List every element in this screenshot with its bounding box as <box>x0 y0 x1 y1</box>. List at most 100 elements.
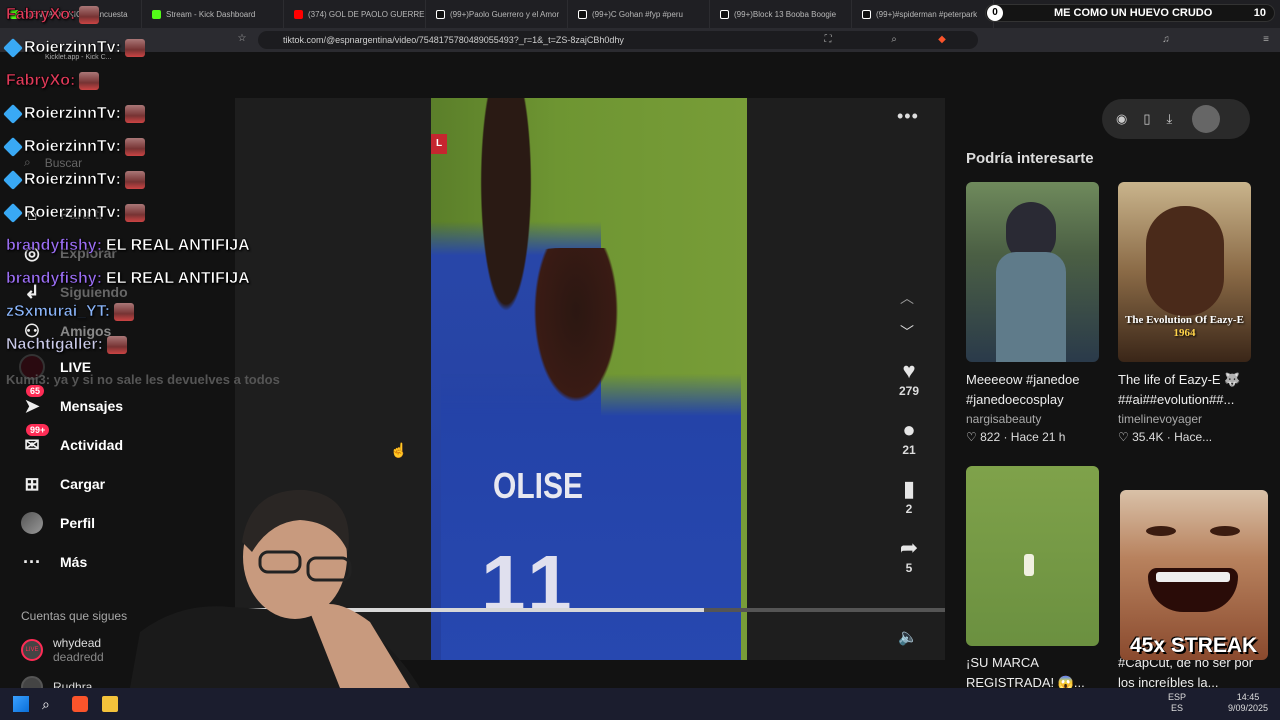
chat-username: RoierzinnTv: <box>24 171 121 189</box>
jersey-name: OLISE <box>493 466 584 507</box>
chat-username: RoierzinnTv: <box>24 105 121 123</box>
chat-message: RoierzinnTv: <box>3 104 145 124</box>
tiktok-icon <box>720 9 729 19</box>
bookmark-icon: ▮ <box>902 476 916 501</box>
sidebar-item-cargar[interactable]: ⊞ Cargar <box>18 470 105 498</box>
comment-icon: ● <box>902 417 916 442</box>
chat-emote-icon <box>124 204 145 222</box>
top-right-actions: ◉ ▯ ⤓ <box>1102 99 1250 139</box>
menu-icon[interactable]: ≡ <box>1260 34 1272 46</box>
sidebar-item-mensajes[interactable]: ➤ 65 Mensajes <box>18 385 123 420</box>
search-input[interactable]: ⌕ Buscar <box>24 155 82 170</box>
zoom-icon[interactable]: ⌕ <box>888 34 900 46</box>
recommendation-thumbnail[interactable]: The Evolution Of Eazy-E 1964 <box>1118 182 1251 362</box>
chat-message: RoierzinnTv: <box>3 137 145 157</box>
chat-emote-icon <box>79 72 100 90</box>
windows-taskbar <box>0 688 1280 720</box>
stream-title-text: ME COMO UN HUEVO CRUDO <box>1054 7 1213 19</box>
browser-tab[interactable]: Stream - Kick Dashboard <box>142 0 284 28</box>
brave-shield-icon[interactable]: ◆ <box>936 34 948 46</box>
browser-tab[interactable]: (99+)C Gohan #fyp #peru <box>568 0 710 28</box>
chat-badge-icon <box>3 170 23 190</box>
folder-taskbar-icon[interactable] <box>102 696 118 712</box>
browser-tab[interactable]: (374) GOL DE PAOLO GUERRERO <box>284 0 426 28</box>
chat-badge-icon <box>3 137 23 157</box>
recommendations-header: Podría interesarte <box>966 150 1094 167</box>
recommendation-author[interactable]: nargisabeauty <box>966 412 1041 426</box>
more-options-icon[interactable]: ••• <box>897 106 919 127</box>
chat-username: RoierzinnTv: <box>24 138 121 156</box>
phone-icon[interactable]: ▯ <box>1143 111 1150 127</box>
live-badge: LIVE <box>21 639 43 661</box>
chat-badge-icon <box>3 203 23 223</box>
following-account[interactable]: LIVE whydead deadredd <box>21 636 104 664</box>
brave-taskbar-icon[interactable] <box>72 696 88 712</box>
share-icon: ➦ <box>899 535 919 560</box>
jersey-number: 11 <box>481 539 578 628</box>
chat-message: zSxmurai_YT: <box>6 303 135 321</box>
stream-title-overlay: 0 ME COMO UN HUEVO CRUDO 10 <box>985 4 1275 22</box>
chat-message: Nachtigaller: <box>6 336 127 354</box>
corner-tag: L <box>431 134 447 154</box>
recommendation-author[interactable]: timelinevoyager <box>1118 412 1202 426</box>
browser-tab[interactable]: (99+)Block 13 Booba Boogie <box>710 0 852 28</box>
chat-message: brandyfishy: EL REAL ANTIFIJA <box>6 270 250 288</box>
windows-start-icon[interactable] <box>13 696 29 712</box>
chat-faded-message: Kumi3: ya y si no sale les devuelves a t… <box>6 372 280 387</box>
music-icon[interactable]: ♫ <box>1160 34 1172 46</box>
download-icon[interactable]: ⤓ <box>1167 111 1173 127</box>
bookmark-icon[interactable]: ☆ <box>236 33 248 45</box>
taskbar-search-icon[interactable]: ⌕ <box>42 696 58 712</box>
chat-text: EL REAL ANTIFIJA <box>106 237 250 255</box>
address-bar-row: ☆ tiktok.com/@espnargentina/video/754817… <box>0 28 1280 52</box>
chat-message: RoierzinnTv: <box>3 170 145 190</box>
language-indicator[interactable]: ESP ES <box>1168 692 1186 714</box>
chat-username: Nachtigaller: <box>6 336 103 354</box>
recommendation-title[interactable]: Meeeeow #janedoe #janedoecosplay <box>966 370 1106 410</box>
chat-username: brandyfishy: <box>6 270 103 288</box>
tiktok-coin-icon[interactable]: ◉ <box>1116 111 1127 127</box>
recommendation-thumbnail[interactable] <box>966 182 1099 362</box>
chat-emote-icon <box>124 171 145 189</box>
next-video-icon[interactable]: ﹀ <box>900 322 914 342</box>
stream-count-left: 0 <box>987 5 1003 21</box>
volume-icon[interactable]: 🔈 <box>898 627 918 647</box>
chat-username: FabryXo: <box>6 6 76 24</box>
like-button[interactable]: ♥ 279 <box>893 358 925 398</box>
kick-icon <box>152 9 161 19</box>
recommendation-title[interactable]: ¡SU MARCA REGISTRADA! 😱... <box>966 653 1106 693</box>
recommendation-title[interactable]: The life of Eazy-E 🐺 ##ai##evolution##..… <box>1118 370 1258 410</box>
following-header: Cuentas que sigues <box>21 609 128 623</box>
messages-icon: ➤ 65 <box>18 385 46 420</box>
stream-count-right: 10 <box>1253 7 1266 19</box>
browser-tab[interactable]: (99+)Paolo Guerrero y el Amor <box>426 0 568 28</box>
sidebar-item-actividad[interactable]: ✉ 99+ Actividad <box>18 424 123 459</box>
video-player[interactable]: L OLISE 11 <box>431 98 747 660</box>
activity-icon: ✉ 99+ <box>18 424 50 459</box>
sidebar-item-perfil[interactable]: Perfil <box>18 509 95 537</box>
clock[interactable]: 14:45 9/09/2025 <box>1228 692 1268 714</box>
avatar[interactable] <box>1192 105 1221 133</box>
chat-username: FabryXo: <box>6 72 76 90</box>
mouse-cursor-icon: ☝ <box>390 442 408 458</box>
browser-tab[interactable]: (99+)#spiderman #peterpark <box>852 0 994 28</box>
comment-button[interactable]: ● 21 <box>893 417 925 457</box>
chat-emote-icon <box>106 336 127 354</box>
previous-video-icon[interactable]: ︿ <box>900 288 914 308</box>
recommendation-thumbnail[interactable] <box>966 466 1099 646</box>
youtube-icon <box>294 9 303 19</box>
save-button[interactable]: ▮ 2 <box>893 476 925 516</box>
more-icon: ··· <box>23 551 41 572</box>
tiktok-icon <box>436 9 445 19</box>
share-button[interactable]: ➦ 5 <box>893 535 925 575</box>
chat-username: zSxmurai_YT: <box>6 303 111 321</box>
chat-username: brandyfishy: <box>6 237 103 255</box>
sidebar-item-mas[interactable]: ··· Más <box>18 548 87 576</box>
chat-emote-icon <box>114 303 135 321</box>
heart-icon: ♥ <box>902 358 916 383</box>
chat-message: FabryXo: <box>6 6 100 24</box>
url-field[interactable]: tiktok.com/@espnargentina/video/75481757… <box>258 31 978 49</box>
tiktok-icon <box>862 9 871 19</box>
webcam-overlay <box>130 489 420 688</box>
reader-icon[interactable]: ⛶ <box>822 34 834 46</box>
